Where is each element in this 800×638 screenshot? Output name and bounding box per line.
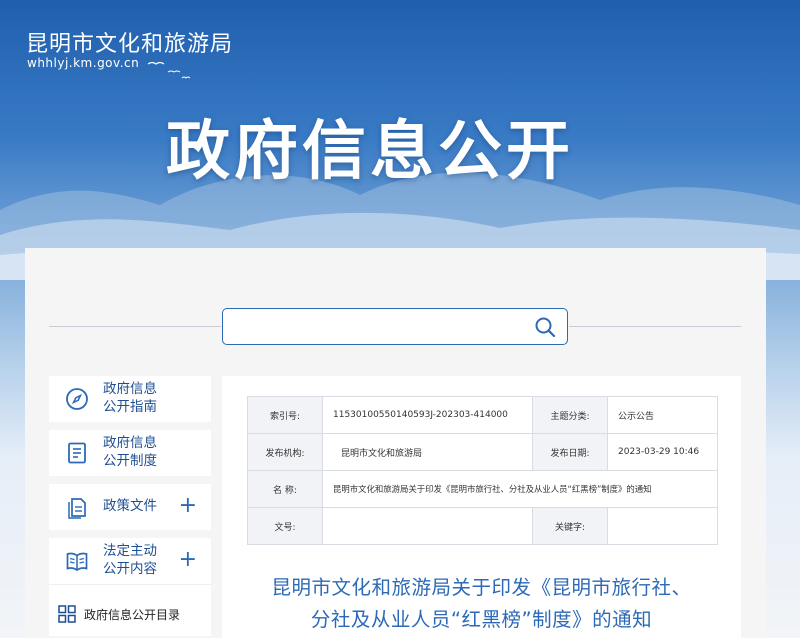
book-icon <box>66 552 88 572</box>
docno-label: 文号: <box>247 507 323 545</box>
site-title[interactable]: 昆明市文化和旅游局 <box>26 26 233 58</box>
sidebar-item-label: 政府信息 公开制度 <box>103 435 157 469</box>
sidebar-item-statutory[interactable]: 法定主动 公开内容 + <box>49 538 211 584</box>
keywords-value <box>607 507 718 545</box>
date-label: 发布日期: <box>532 433 608 471</box>
birds-decoration <box>147 61 191 79</box>
index-label: 索引号: <box>247 396 323 434</box>
table-row: 名 称: 昆明市文化和旅游局关于印发《昆明市旅行社、分社及从业人员“红黑榜”制度… <box>247 470 718 508</box>
table-row: 索引号: 11530100550140593J-202303-414000 主题… <box>247 396 718 434</box>
notice-title: 昆明市文化和旅游局关于印发《昆明市旅行社、 分社及从业人员“红黑榜”制度》的通知 <box>271 576 692 631</box>
metadata-table: 索引号: 11530100550140593J-202303-414000 主题… <box>247 396 718 545</box>
table-row: 文号: 关键字: <box>247 507 718 545</box>
site-url[interactable]: whhlyj.km.gov.cn <box>27 56 139 70</box>
table-row: 发布机构: 昆明市文化和旅游局 发布日期: 2023-03-29 10:46 <box>247 433 718 471</box>
publisher-value: 昆明市文化和旅游局 <box>322 433 533 471</box>
sidebar-subitem-catalog[interactable]: 政府信息公开目录 <box>49 584 211 636</box>
document-icon <box>68 442 86 464</box>
sidebar-subitem-label: 政府信息公开目录 <box>84 608 181 622</box>
expand-icon[interactable]: + <box>179 548 197 572</box>
compass-icon <box>66 388 88 410</box>
search-box <box>222 308 568 345</box>
sidebar-item-policy[interactable]: 政策文件 + <box>49 484 211 530</box>
sidebar-item-label: 法定主动 公开内容 <box>103 543 157 577</box>
name-label: 名 称: <box>247 470 323 508</box>
hero-title: 政府信息公开 <box>166 115 574 189</box>
publisher-label: 发布机构: <box>247 433 323 471</box>
search-icon[interactable] <box>533 315 557 339</box>
sidebar-item-label: 政策文件 <box>103 498 157 514</box>
date-value: 2023-03-29 10:46 <box>607 433 718 471</box>
category-value: 公示公告 <box>607 396 718 434</box>
keywords-label: 关键字: <box>532 507 608 545</box>
sidebar-item-system[interactable]: 政府信息 公开制度 <box>49 430 211 476</box>
search-input[interactable] <box>233 309 533 342</box>
category-label: 主题分类: <box>532 396 608 434</box>
expand-icon[interactable]: + <box>179 494 197 518</box>
index-value: 11530100550140593J-202303-414000 <box>322 396 533 434</box>
content-area: 索引号: 11530100550140593J-202303-414000 主题… <box>222 376 741 638</box>
name-value: 昆明市文化和旅游局关于印发《昆明市旅行社、分社及从业人员“红黑榜”制度》的通知 <box>322 470 718 508</box>
divider-left <box>49 326 221 327</box>
divider-right <box>569 326 741 327</box>
sidebar-item-guide[interactable]: 政府信息 公开指南 <box>49 376 211 422</box>
docno-value <box>322 507 533 545</box>
files-icon <box>68 498 86 519</box>
sidebar-item-label: 政府信息 公开指南 <box>103 381 157 415</box>
sidebar: 政府信息 公开指南 政府信息 公开制度 政策文件 + 法定主动 公开内容 + 政… <box>49 376 211 636</box>
grid-icon <box>58 605 76 623</box>
